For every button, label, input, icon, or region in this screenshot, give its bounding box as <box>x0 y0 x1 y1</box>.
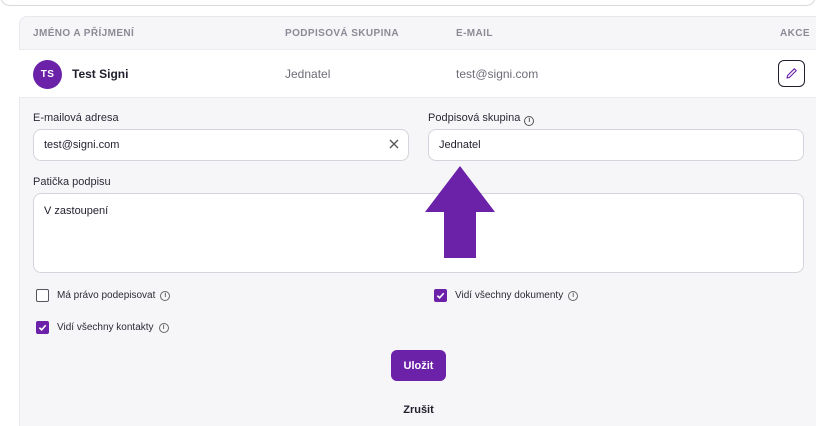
group-value: Jednatel <box>439 139 481 151</box>
table-header: JMÉNO A PŘÍJMENÍ PODPISOVÁ SKUPINA E-MAI… <box>19 16 816 49</box>
close-icon[interactable] <box>388 138 400 150</box>
header-email: E-MAIL <box>456 28 493 39</box>
email-field[interactable]: test@signi.com <box>33 129 409 161</box>
cancel-button[interactable]: Zrušit <box>391 400 446 420</box>
checkbox-label: Vidí všechny kontakty <box>57 322 154 333</box>
save-button[interactable]: Uložit <box>391 350 446 381</box>
member-group: Jednatel <box>285 67 331 81</box>
checkbox-see-all-contacts[interactable]: Vidí všechny kontakty i <box>36 321 169 334</box>
group-label: Podpisová skupina i <box>428 112 535 126</box>
info-icon[interactable]: i <box>568 290 579 301</box>
checkbox-label: Má právo podepisovat <box>57 290 156 301</box>
edit-button[interactable] <box>778 60 805 87</box>
header-group: PODPISOVÁ SKUPINA <box>285 28 400 39</box>
footer-value: V zastoupení <box>44 205 109 217</box>
check-icon <box>38 324 47 332</box>
email-value: test@signi.com <box>44 139 120 151</box>
table-row[interactable]: TS Test Signi Jednatel test@signi.com <box>19 49 816 98</box>
member-email: test@signi.com <box>456 67 539 81</box>
header-actions: AKCE <box>780 28 810 39</box>
signature-footer-textarea[interactable]: V zastoupení <box>33 193 804 273</box>
avatar: TS <box>33 60 62 89</box>
header-name: JMÉNO A PŘÍJMENÍ <box>33 28 135 39</box>
checkbox-can-sign[interactable]: Má právo podepisovat i <box>36 289 171 302</box>
check-icon <box>436 292 445 300</box>
checkbox-checked[interactable] <box>36 321 49 334</box>
checkbox-unchecked[interactable] <box>36 289 49 302</box>
email-label: E-mailová adresa <box>33 112 119 124</box>
previous-panel-edge <box>0 0 816 10</box>
member-name: Test Signi <box>72 67 129 81</box>
info-icon[interactable]: i <box>524 116 535 126</box>
footer-label: Patička podpisu <box>33 176 111 188</box>
annotation-arrow-up <box>425 166 495 258</box>
checkbox-see-all-documents[interactable]: Vidí všechny dokumenty i <box>434 289 579 302</box>
signing-group-field[interactable]: Jednatel <box>428 129 804 161</box>
info-icon[interactable]: i <box>160 290 171 301</box>
checkbox-label: Vidí všechny dokumenty <box>455 290 564 301</box>
info-icon[interactable]: i <box>158 322 169 333</box>
checkbox-checked[interactable] <box>434 289 447 302</box>
pencil-icon <box>786 68 797 79</box>
